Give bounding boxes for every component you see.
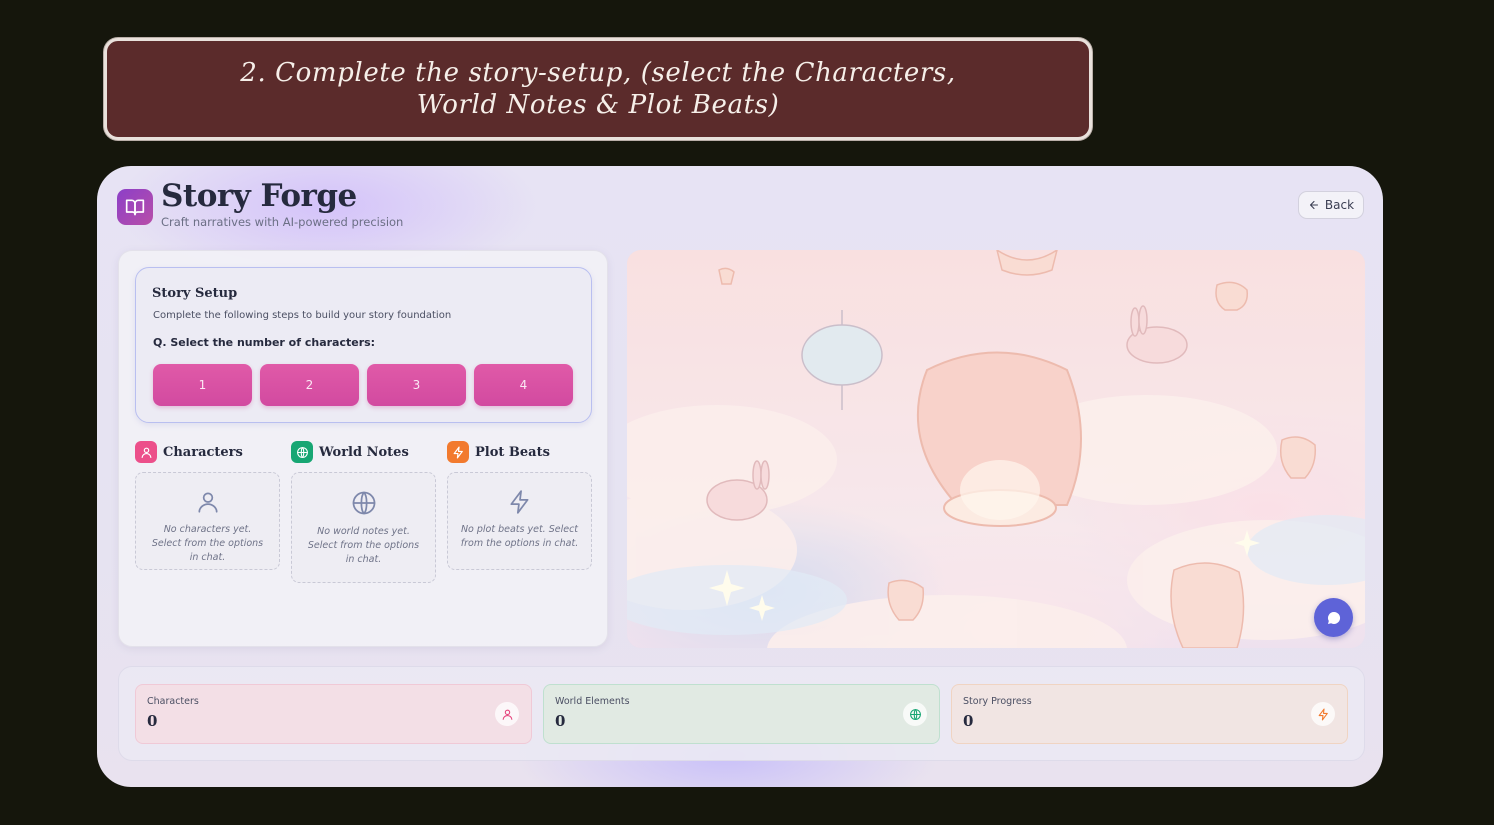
lightning-icon [447,441,469,463]
lightning-outline-icon [509,490,528,514]
stat-label: World Elements [555,696,630,707]
user-icon [135,441,157,463]
book-icon [117,189,153,225]
characters-label: Characters [163,444,243,460]
instruction-banner: 2. Complete the story-setup, (select the… [104,38,1092,140]
back-button[interactable]: Back [1298,191,1364,219]
character-count-1-button[interactable]: 1 [153,364,252,406]
chat-bubble-icon [1327,611,1340,624]
lantern-illustration [627,250,1365,648]
stat-label: Characters [147,696,199,707]
app-subtitle: Craft narratives with AI-powered precisi… [161,215,404,229]
back-label: Back [1324,198,1355,212]
arrow-left-icon [1309,200,1318,210]
setup-title: Story Setup [152,286,238,301]
stat-value: 0 [147,712,158,730]
world-notes-header: World Notes [291,441,409,463]
user-outline-icon [197,492,218,513]
character-count-4-button[interactable]: 4 [474,364,573,406]
world-notes-label: World Notes [319,444,409,460]
characters-empty-box: No characters yet. Select from the optio… [135,472,280,570]
plot-beats-header: Plot Beats [447,441,550,463]
world-notes-empty-box: No world notes yet. Select from the opti… [291,472,436,583]
world-notes-empty-text: No world notes yet. Select from the opti… [307,526,420,565]
plot-beats-empty-box: No plot beats yet. Select from the optio… [447,472,592,570]
stat-card-characters: Characters 0 [135,684,532,744]
stat-value: 0 [963,712,974,730]
story-forge-app: Story Forge Craft narratives with AI-pow… [97,166,1383,787]
stat-label: Story Progress [963,696,1032,707]
character-count-2-button[interactable]: 2 [260,364,359,406]
instruction-text: 2. Complete the story-setup, (select the… [240,58,956,120]
plot-beats-label: Plot Beats [475,444,550,460]
chat-button[interactable] [1314,598,1353,637]
characters-header: Characters [135,441,243,463]
story-panel: Story Setup Complete the following steps… [118,250,608,647]
stat-card-story-progress: Story Progress 0 [951,684,1348,744]
stats-bar: Characters 0 World Elements 0 Story Prog… [118,666,1365,761]
user-icon [495,702,519,726]
setup-description: Complete the following steps to build yo… [153,310,452,321]
stat-card-world-elements: World Elements 0 [543,684,940,744]
setup-question: Q. Select the number of characters: [153,336,376,349]
app-title: Story Forge [161,178,357,214]
globe-icon [903,702,927,726]
character-count-3-button[interactable]: 3 [367,364,466,406]
characters-empty-text: No characters yet. Select from the optio… [151,524,264,563]
globe-icon [291,441,313,463]
stat-value: 0 [555,712,566,730]
lightning-icon [1311,702,1335,726]
plot-beats-empty-text: No plot beats yet. Select from the optio… [460,524,579,549]
story-setup-card: Story Setup Complete the following steps… [135,267,592,423]
globe-outline-icon [352,491,375,515]
